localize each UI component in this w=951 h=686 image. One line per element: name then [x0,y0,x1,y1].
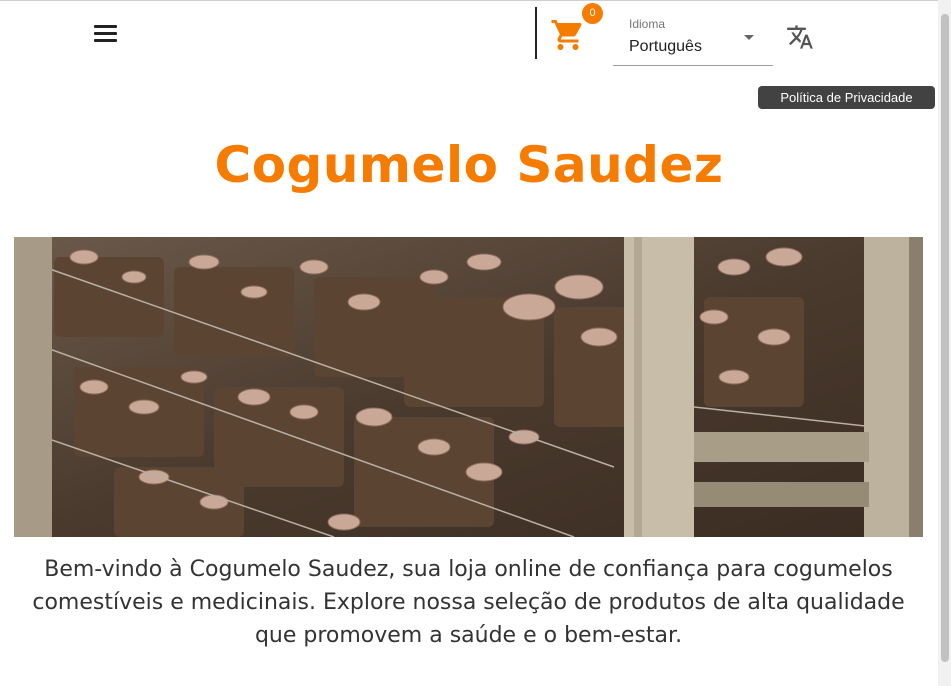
dropdown-arrow-icon [744,35,754,40]
menu-bar [94,25,117,28]
cart-button[interactable] [550,17,590,53]
translate-icon [787,25,813,49]
cart-count-badge: 0 [582,3,603,24]
shopping-cart-icon [551,20,582,50]
hamburger-menu-button[interactable] [88,18,122,48]
menu-bar [94,39,117,42]
privacy-policy-tooltip[interactable]: Política de Privacidade [758,86,935,109]
language-select-value: Português [629,38,702,55]
language-select-label: Idioma [629,17,666,31]
window-top-border [0,0,951,1]
hero-image [14,237,923,537]
welcome-paragraph: Bem-vindo à Cogumelo Saudez, sua loja on… [32,557,905,648]
page-title: Cogumelo Saudez [214,136,724,194]
menu-bar [94,32,117,35]
language-select[interactable]: Idioma Português [613,10,773,66]
translate-button[interactable] [786,23,816,53]
mushroom-farm-photo [14,237,923,537]
scrollbar-thumb[interactable] [941,14,949,662]
header-divider [535,7,537,59]
